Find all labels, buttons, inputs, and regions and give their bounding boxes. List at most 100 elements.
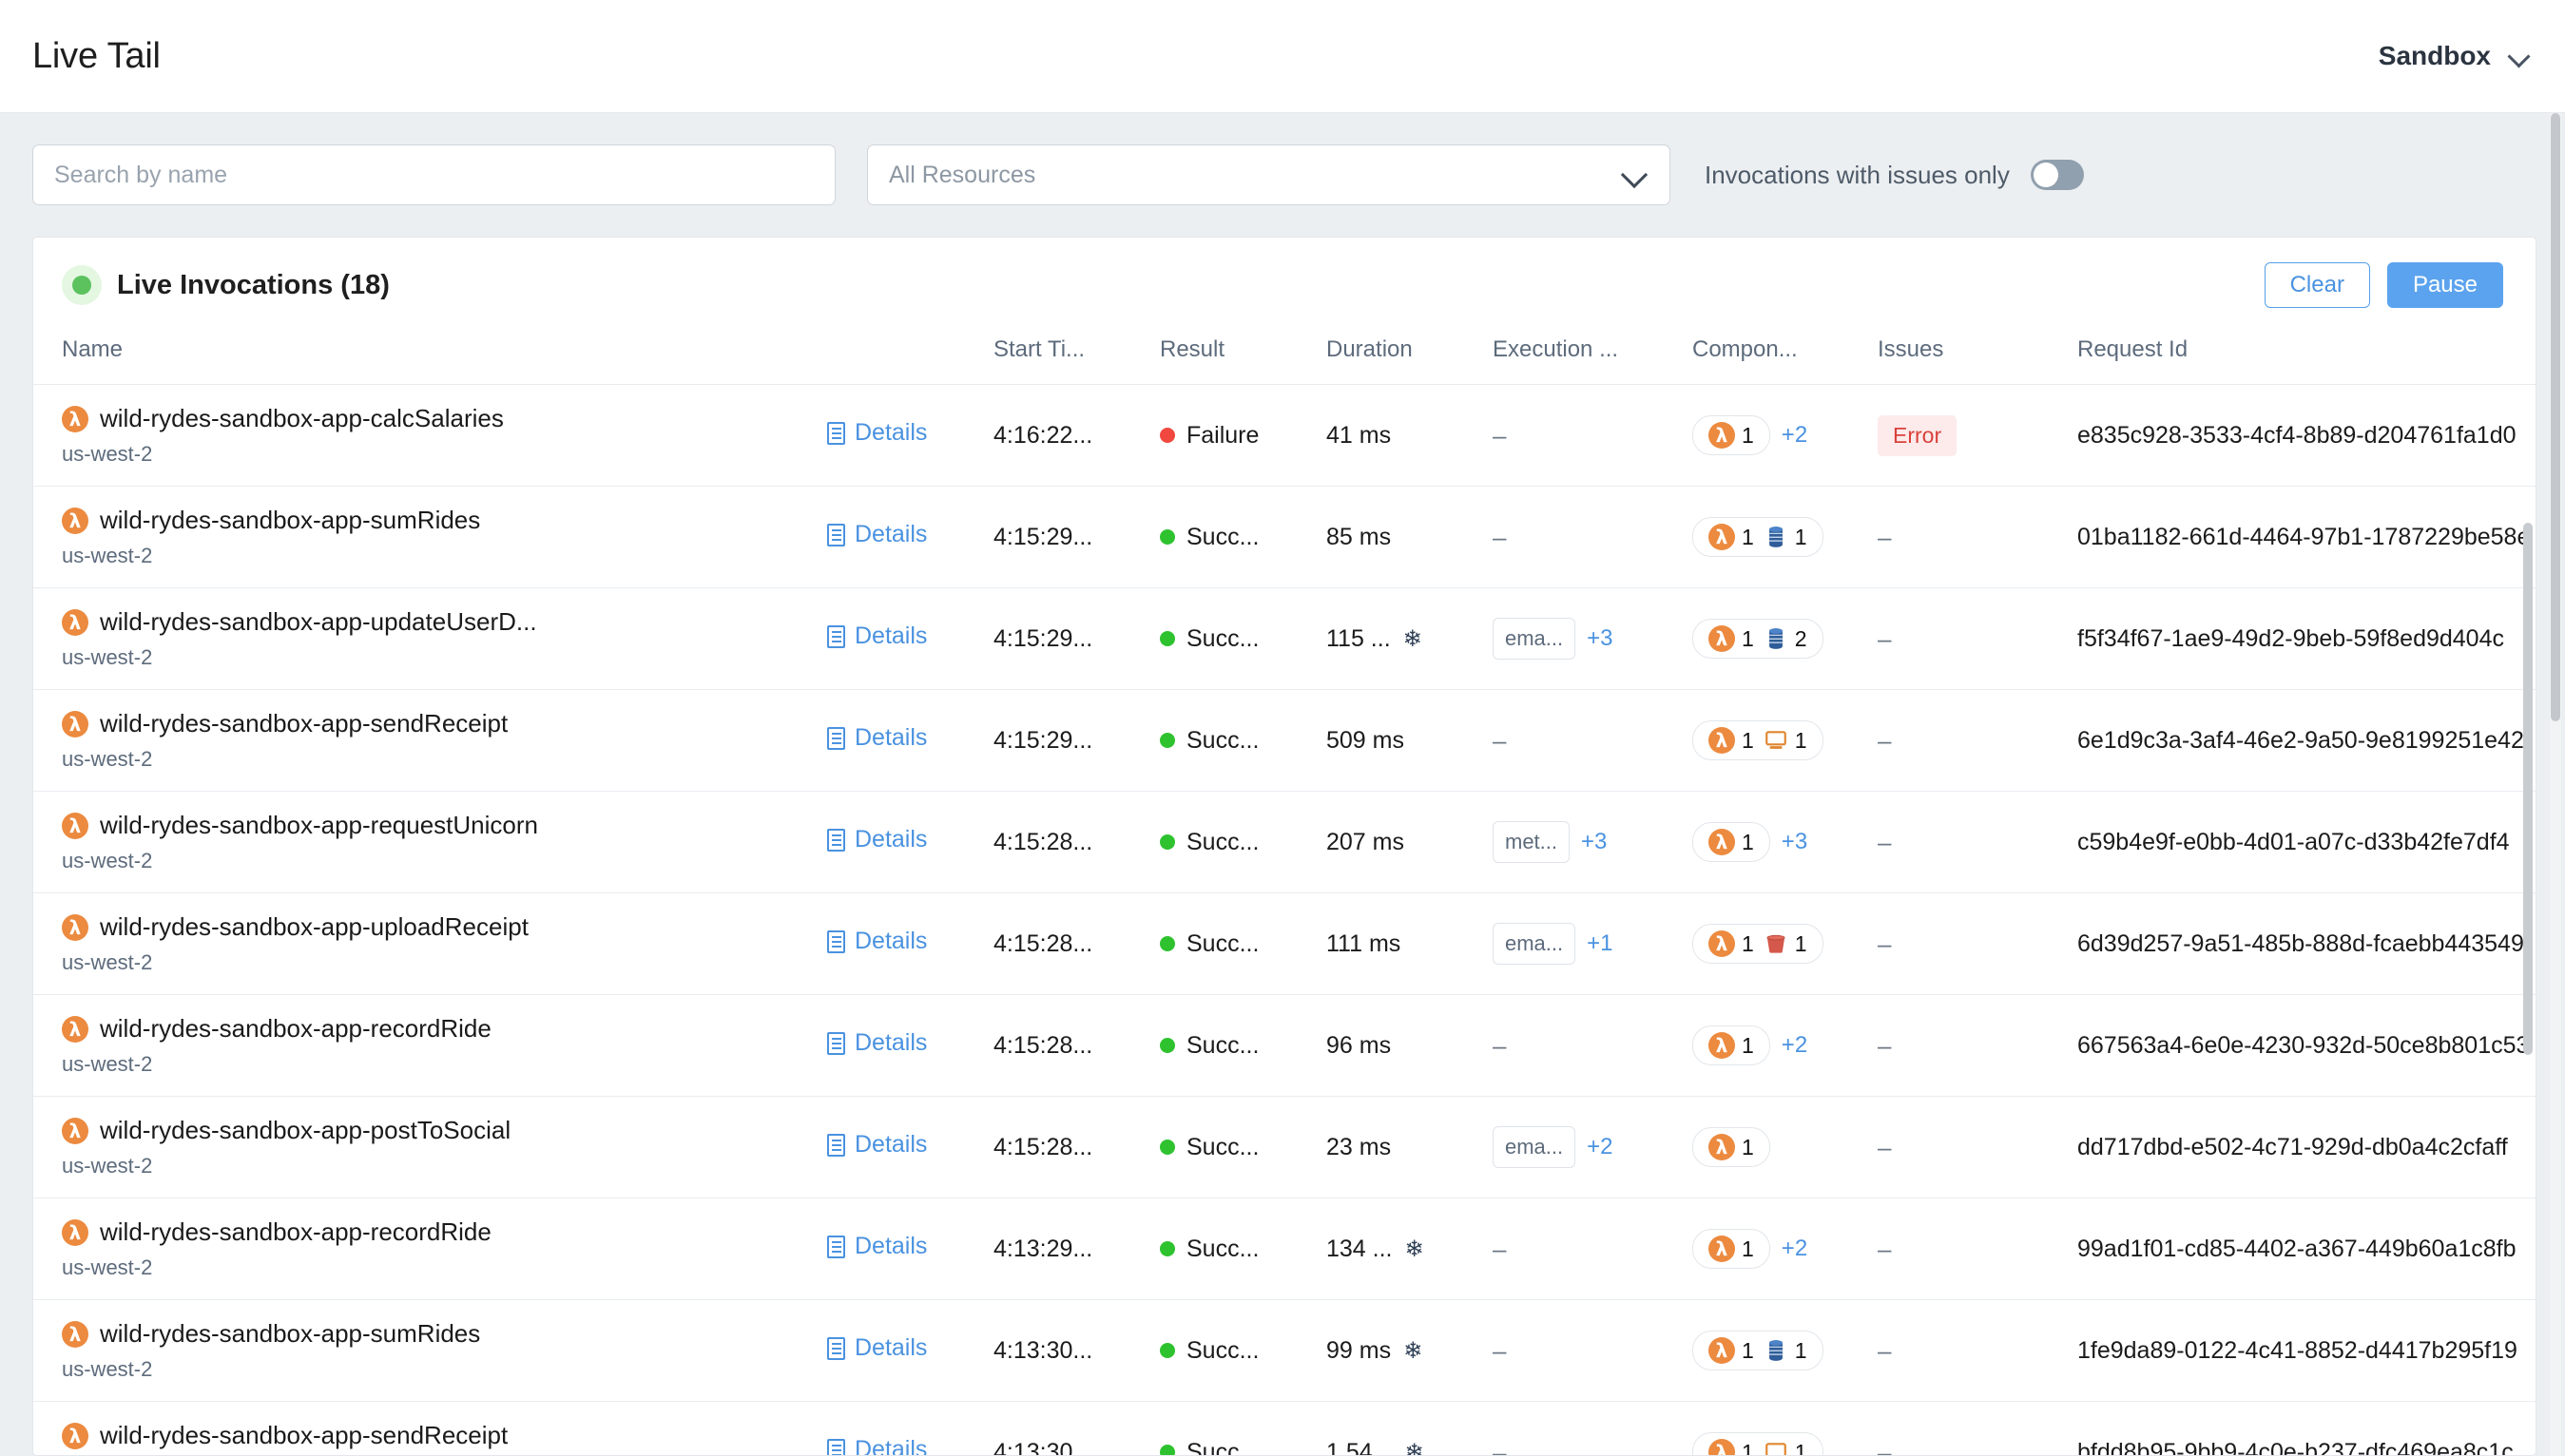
component-more[interactable]: +2 <box>1782 422 1807 449</box>
column-header-name[interactable]: Name <box>33 331 827 385</box>
function-name[interactable]: wild-rydes-sandbox-app-recordRide <box>100 1014 492 1044</box>
table-row[interactable]: λwild-rydes-sandbox-app-calcSalariesus-w… <box>33 385 2536 487</box>
execution-tag-more[interactable]: +3 <box>1581 829 1607 855</box>
cell-name: λwild-rydes-sandbox-app-sumRidesus-west-… <box>33 487 827 588</box>
table-row[interactable]: λwild-rydes-sandbox-app-postToSocialus-w… <box>33 1097 2536 1198</box>
function-name[interactable]: wild-rydes-sandbox-app-postToSocial <box>100 1116 511 1145</box>
page-scrollbar[interactable] <box>2550 113 2561 1456</box>
details-link[interactable]: Details <box>827 1233 927 1260</box>
table-row[interactable]: λwild-rydes-sandbox-app-sendReceiptus-we… <box>33 1402 2536 1456</box>
execution-tag-set: met... +3 <box>1493 821 1692 863</box>
component-pill[interactable]: λ1 <box>1692 822 1770 862</box>
component-item: λ1 <box>1708 727 1754 754</box>
lambda-icon: λ <box>1708 1439 1735 1456</box>
dynamodb-icon <box>1764 626 1788 651</box>
component-pill[interactable]: λ12 <box>1692 619 1823 659</box>
component-pill[interactable]: λ11 <box>1692 720 1823 760</box>
function-name[interactable]: wild-rydes-sandbox-app-sumRides <box>100 1319 480 1349</box>
component-pill[interactable]: λ11 <box>1692 517 1823 557</box>
column-header-result[interactable]: Result <box>1160 331 1326 385</box>
details-link[interactable]: Details <box>827 1334 927 1362</box>
function-name[interactable]: wild-rydes-sandbox-app-uploadReceipt <box>100 912 529 942</box>
details-link[interactable]: Details <box>827 1436 927 1456</box>
details-link[interactable]: Details <box>827 521 927 548</box>
component-pill[interactable]: λ11 <box>1692 1432 1823 1456</box>
details-link[interactable]: Details <box>827 623 927 650</box>
execution-tag-set: ema... +2 <box>1493 1126 1692 1168</box>
component-pill[interactable]: λ1 <box>1692 415 1770 455</box>
function-name[interactable]: wild-rydes-sandbox-app-requestUnicorn <box>100 811 538 840</box>
cell-duration: 96 ms <box>1326 995 1493 1097</box>
function-name[interactable]: wild-rydes-sandbox-app-updateUserD... <box>100 607 537 637</box>
execution-tag-more[interactable]: +1 <box>1587 930 1612 957</box>
resource-select[interactable]: All Resources <box>867 144 1670 205</box>
table-row[interactable]: λwild-rydes-sandbox-app-uploadReceiptus-… <box>33 893 2536 995</box>
duration-value: 115 ... <box>1326 625 1391 653</box>
details-link[interactable]: Details <box>827 419 927 447</box>
component-more[interactable]: +2 <box>1782 1236 1807 1262</box>
result-wrap: Succ... <box>1160 1439 1326 1456</box>
column-header-execution[interactable]: Execution ... <box>1493 331 1692 385</box>
document-icon <box>827 829 845 852</box>
cell-start-time: 4:13:30... <box>993 1300 1160 1402</box>
component-pill[interactable]: λ11 <box>1692 1331 1823 1370</box>
execution-tag-more[interactable]: +2 <box>1587 1134 1612 1160</box>
cell-components: λ1 +2 <box>1692 385 1878 487</box>
toggle-knob <box>2034 163 2058 187</box>
execution-tag[interactable]: ema... <box>1493 618 1575 660</box>
table-row[interactable]: λwild-rydes-sandbox-app-recordRideus-wes… <box>33 995 2536 1097</box>
function-name[interactable]: wild-rydes-sandbox-app-sumRides <box>100 506 480 535</box>
execution-tag-more[interactable]: +3 <box>1587 625 1612 652</box>
card-title: Live Invocations (18) <box>117 270 390 301</box>
component-more[interactable]: +2 <box>1782 1032 1807 1059</box>
function-name[interactable]: wild-rydes-sandbox-app-recordRide <box>100 1217 492 1247</box>
function-name[interactable]: wild-rydes-sandbox-app-sendReceipt <box>100 709 508 738</box>
table-row[interactable]: λwild-rydes-sandbox-app-updateUserD...us… <box>33 588 2536 690</box>
resource-filter[interactable]: All Resources <box>867 144 1670 205</box>
component-pill[interactable]: λ11 <box>1692 924 1823 964</box>
ses-icon <box>1764 728 1788 753</box>
details-link[interactable]: Details <box>827 928 927 955</box>
details-link[interactable]: Details <box>827 1131 927 1159</box>
component-pill[interactable]: λ1 <box>1692 1229 1770 1269</box>
execution-tag[interactable]: ema... <box>1493 923 1575 965</box>
execution-tag[interactable]: met... <box>1493 821 1570 863</box>
column-header-request-id[interactable]: Request Id <box>2077 331 2536 385</box>
page-scrollbar-thumb[interactable] <box>2551 113 2560 721</box>
table-row[interactable]: λwild-rydes-sandbox-app-sumRidesus-west-… <box>33 1300 2536 1402</box>
issues-only-toggle[interactable] <box>2031 160 2084 190</box>
table-scrollbar[interactable] <box>2522 523 2534 1455</box>
component-item: λ1 <box>1708 625 1754 652</box>
issue-error-badge[interactable]: Error <box>1878 415 1957 456</box>
details-link[interactable]: Details <box>827 1029 927 1057</box>
table-row[interactable]: λwild-rydes-sandbox-app-recordRideus-wes… <box>33 1198 2536 1300</box>
table-row[interactable]: λwild-rydes-sandbox-app-requestUnicornus… <box>33 792 2536 893</box>
account-selector[interactable]: Sandbox <box>2379 41 2531 71</box>
column-header-issues[interactable]: Issues <box>1878 331 2077 385</box>
request-id: f5f34f67-1ae9-49d2-9beb-59f8ed9d404c <box>2077 625 2504 652</box>
pause-button[interactable]: Pause <box>2387 262 2503 308</box>
result-text: Succ... <box>1186 727 1259 755</box>
cell-duration: 85 ms <box>1326 487 1493 588</box>
duration-value: 111 ms <box>1326 930 1400 958</box>
column-header-start-time[interactable]: Start Ti... <box>993 331 1160 385</box>
execution-tag[interactable]: ema... <box>1493 1126 1575 1168</box>
component-pill[interactable]: λ1 <box>1692 1127 1770 1167</box>
component-pill[interactable]: λ1 <box>1692 1025 1770 1065</box>
result-text: Succ... <box>1186 1439 1259 1456</box>
function-name[interactable]: wild-rydes-sandbox-app-sendReceipt <box>100 1421 508 1450</box>
table-row[interactable]: λwild-rydes-sandbox-app-sendReceiptus-we… <box>33 690 2536 792</box>
column-header-components[interactable]: Compon... <box>1692 331 1878 385</box>
details-link[interactable]: Details <box>827 826 927 853</box>
table-scrollbar-thumb[interactable] <box>2523 523 2533 1055</box>
component-more[interactable]: +3 <box>1782 829 1807 855</box>
column-header-duration[interactable]: Duration <box>1326 331 1493 385</box>
table-row[interactable]: λwild-rydes-sandbox-app-sumRidesus-west-… <box>33 487 2536 588</box>
details-link[interactable]: Details <box>827 724 927 752</box>
function-name[interactable]: wild-rydes-sandbox-app-calcSalaries <box>100 404 504 433</box>
search-input[interactable] <box>32 144 836 205</box>
clear-button[interactable]: Clear <box>2265 262 2370 308</box>
cell-start-time: 4:13:29... <box>993 1198 1160 1300</box>
component-set: λ1 +2 <box>1692 1025 1878 1065</box>
cell-components: λ1 +2 <box>1692 1198 1878 1300</box>
